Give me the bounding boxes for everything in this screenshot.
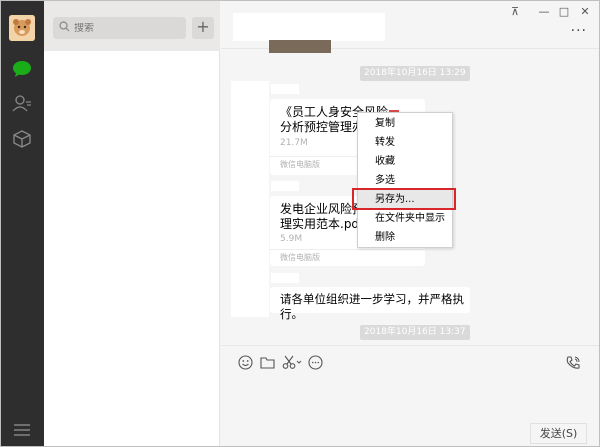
folder-icon[interactable] xyxy=(260,355,276,371)
menu-item-show-in-folder[interactable]: 在文件夹中显示 xyxy=(358,209,452,228)
minimize-button[interactable]: — xyxy=(536,5,552,19)
search-box[interactable] xyxy=(53,17,186,39)
chat-icon[interactable] xyxy=(12,59,32,79)
menu-item-favorite[interactable]: 收藏 xyxy=(358,152,452,171)
file-source: 微信电脑版 xyxy=(270,249,425,265)
contacts-icon[interactable] xyxy=(12,93,32,113)
emoji-icon[interactable] xyxy=(238,355,254,371)
menu-item-forward[interactable]: 转发 xyxy=(358,133,452,152)
close-button[interactable]: ✕ xyxy=(577,5,593,19)
favorites-cube-icon[interactable] xyxy=(12,129,32,149)
search-bar: + xyxy=(44,1,220,51)
highlight-box xyxy=(352,188,456,210)
voice-call-icon[interactable] xyxy=(565,355,581,371)
pin-button[interactable]: ⊼ xyxy=(507,5,523,19)
menu-item-copy[interactable]: 复制 xyxy=(358,114,452,133)
file-size: 5.9M xyxy=(280,234,303,244)
avatar[interactable] xyxy=(9,15,35,41)
timestamp: 2018年10月16日 13:29 xyxy=(360,66,470,81)
file-size: 21.7M xyxy=(280,138,308,148)
screenshot-scissors-icon[interactable] xyxy=(282,355,302,371)
chat-history-icon[interactable] xyxy=(308,355,324,371)
maximize-button[interactable]: □ xyxy=(556,5,572,19)
sender-name xyxy=(271,181,299,191)
timestamp: 2018年10月16日 13:37 xyxy=(360,325,470,340)
message-text: 请各单位组织进一步学习，并严格执行。 xyxy=(280,292,464,321)
sender-avatar-area xyxy=(231,81,269,317)
conversation-list-panel: + xyxy=(44,1,220,446)
sidebar-rail xyxy=(1,1,44,446)
menu-icon[interactable] xyxy=(13,423,31,437)
sender-name xyxy=(271,273,299,283)
search-icon xyxy=(59,21,70,35)
menu-item-delete[interactable]: 删除 xyxy=(358,228,452,247)
context-menu: 复制 转发 收藏 多选 另存为... 在文件夹中显示 删除 xyxy=(357,112,453,248)
sender-name xyxy=(271,84,299,94)
image-message-thumbnail[interactable] xyxy=(269,40,331,53)
search-input[interactable] xyxy=(74,22,174,34)
chat-title xyxy=(233,13,385,41)
add-chat-button[interactable]: + xyxy=(192,17,214,39)
more-options-button[interactable]: ··· xyxy=(571,23,587,39)
file-name-line2: 理实用范本.pdf xyxy=(280,217,364,231)
send-button[interactable]: 发送(S) xyxy=(530,423,587,444)
message-input-area[interactable]: 发送(S) xyxy=(221,345,599,446)
text-message-bubble[interactable]: 请各单位组织进一步学习，并严格执行。 xyxy=(270,287,470,321)
